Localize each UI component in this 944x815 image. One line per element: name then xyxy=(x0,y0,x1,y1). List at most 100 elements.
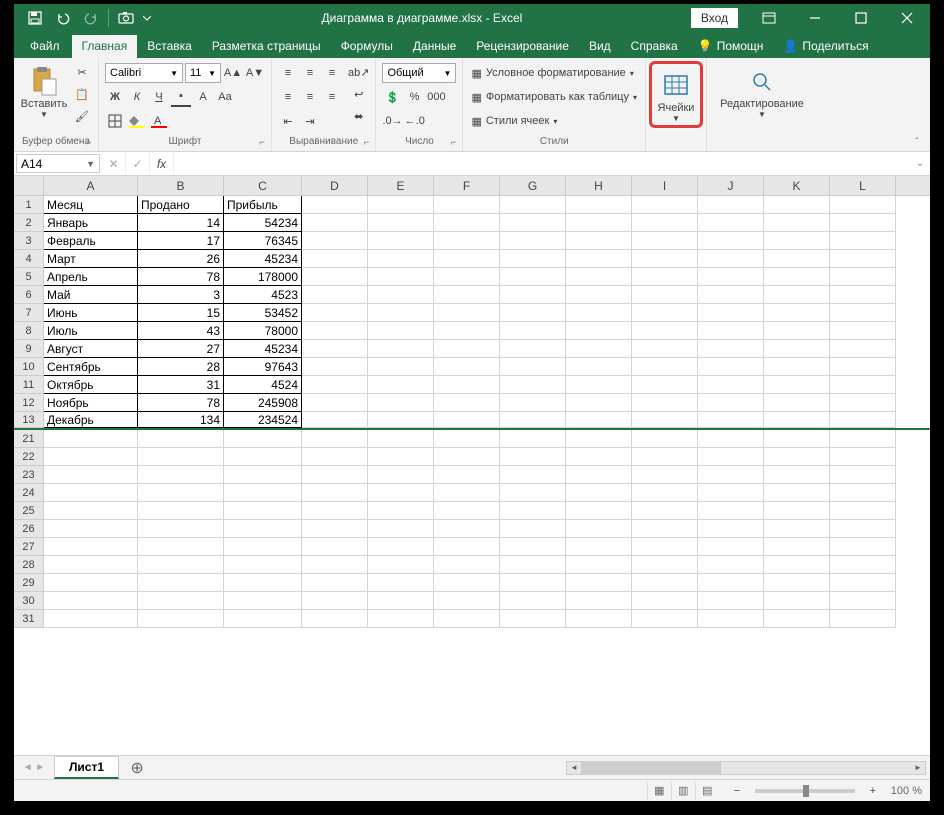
scroll-left-icon[interactable]: ◄ xyxy=(567,762,581,774)
cell[interactable] xyxy=(500,304,566,322)
cell[interactable] xyxy=(138,592,224,610)
cell[interactable] xyxy=(368,412,434,428)
cell[interactable] xyxy=(566,358,632,376)
cell[interactable] xyxy=(434,538,500,556)
cell[interactable] xyxy=(368,304,434,322)
row-header[interactable]: 30 xyxy=(14,592,44,610)
italic-button[interactable]: К xyxy=(127,87,147,107)
tab-home[interactable]: Главная xyxy=(72,35,138,58)
cell[interactable] xyxy=(698,502,764,520)
cell[interactable] xyxy=(434,322,500,340)
cell[interactable]: 245908 xyxy=(224,394,302,412)
cell[interactable] xyxy=(764,322,830,340)
cell[interactable] xyxy=(566,250,632,268)
tab-share[interactable]: 👤Поделиться xyxy=(773,35,878,58)
cell[interactable] xyxy=(830,448,896,466)
cell[interactable] xyxy=(368,466,434,484)
cell[interactable] xyxy=(830,610,896,628)
cell[interactable] xyxy=(698,268,764,286)
column-header[interactable]: H xyxy=(566,176,632,195)
cell[interactable] xyxy=(698,412,764,428)
row-header[interactable]: 26 xyxy=(14,520,44,538)
cell[interactable] xyxy=(434,412,500,428)
cell[interactable] xyxy=(138,538,224,556)
cell[interactable] xyxy=(830,250,896,268)
cell[interactable] xyxy=(224,448,302,466)
cell[interactable] xyxy=(632,556,698,574)
cell[interactable] xyxy=(368,430,434,448)
cells-button[interactable]: Ячейки ▼ xyxy=(654,66,698,123)
sheet-nav[interactable]: ◄ ► xyxy=(14,762,54,773)
cell[interactable] xyxy=(632,430,698,448)
cell[interactable] xyxy=(698,538,764,556)
cell[interactable] xyxy=(500,322,566,340)
cell[interactable] xyxy=(500,376,566,394)
decrease-indent-icon[interactable]: ⇤ xyxy=(278,111,298,131)
cell[interactable] xyxy=(764,340,830,358)
cell[interactable]: Март xyxy=(44,250,138,268)
cell[interactable]: 3 xyxy=(138,286,224,304)
horizontal-scrollbar[interactable]: ◄ ► xyxy=(566,761,926,775)
row-header[interactable]: 11 xyxy=(14,376,44,394)
column-header[interactable]: C xyxy=(224,176,302,195)
cell[interactable] xyxy=(302,340,368,358)
cell[interactable] xyxy=(434,448,500,466)
cell[interactable] xyxy=(500,556,566,574)
cell[interactable] xyxy=(224,520,302,538)
cell[interactable] xyxy=(434,304,500,322)
cell[interactable] xyxy=(500,268,566,286)
cell[interactable] xyxy=(224,430,302,448)
cell[interactable] xyxy=(434,502,500,520)
insert-function-icon[interactable]: fx xyxy=(150,152,174,175)
cell[interactable] xyxy=(830,340,896,358)
zoom-out-icon[interactable]: − xyxy=(727,781,747,801)
cell[interactable] xyxy=(632,520,698,538)
cell[interactable]: 45234 xyxy=(224,340,302,358)
cell[interactable] xyxy=(368,376,434,394)
increase-font-icon[interactable]: A▲ xyxy=(223,63,243,83)
cell[interactable] xyxy=(830,232,896,250)
cell[interactable] xyxy=(830,214,896,232)
clipboard-launcher-icon[interactable]: ⌐ xyxy=(82,135,96,149)
cell[interactable]: 178000 xyxy=(224,268,302,286)
cell[interactable] xyxy=(764,610,830,628)
row-header[interactable]: 2 xyxy=(14,214,44,232)
cell[interactable] xyxy=(566,610,632,628)
cell[interactable] xyxy=(632,394,698,412)
cell[interactable] xyxy=(138,520,224,538)
cell[interactable] xyxy=(500,340,566,358)
cell[interactable] xyxy=(224,592,302,610)
cell[interactable] xyxy=(368,286,434,304)
cell[interactable]: 31 xyxy=(138,376,224,394)
cell[interactable]: Май xyxy=(44,286,138,304)
maximize-icon[interactable] xyxy=(838,4,884,32)
undo-icon[interactable] xyxy=(50,6,76,30)
cell[interactable] xyxy=(632,214,698,232)
ribbon-display-icon[interactable] xyxy=(746,4,792,32)
cell[interactable] xyxy=(830,394,896,412)
cell[interactable] xyxy=(434,430,500,448)
cell[interactable] xyxy=(302,196,368,214)
cell[interactable] xyxy=(138,466,224,484)
cell[interactable] xyxy=(44,520,138,538)
cell[interactable] xyxy=(224,610,302,628)
cell[interactable] xyxy=(368,250,434,268)
cell[interactable] xyxy=(368,232,434,250)
close-icon[interactable] xyxy=(884,4,930,32)
cell[interactable]: 234524 xyxy=(224,412,302,428)
cell-styles-button[interactable]: ▦Стили ячеек▾ xyxy=(469,110,559,132)
cell[interactable] xyxy=(302,502,368,520)
cell[interactable] xyxy=(500,448,566,466)
cell[interactable] xyxy=(500,394,566,412)
cell[interactable]: Ноябрь xyxy=(44,394,138,412)
cell[interactable]: 4523 xyxy=(224,286,302,304)
cell[interactable] xyxy=(698,214,764,232)
cell[interactable]: Апрель xyxy=(44,268,138,286)
format-as-table-button[interactable]: ▦Форматировать как таблицу▾ xyxy=(469,86,639,108)
cell[interactable] xyxy=(368,448,434,466)
column-header[interactable]: G xyxy=(500,176,566,195)
cell[interactable] xyxy=(434,196,500,214)
scroll-right-icon[interactable]: ► xyxy=(911,762,925,774)
row-header[interactable]: 13 xyxy=(14,412,44,428)
add-sheet-icon[interactable]: ⊕ xyxy=(125,756,149,780)
